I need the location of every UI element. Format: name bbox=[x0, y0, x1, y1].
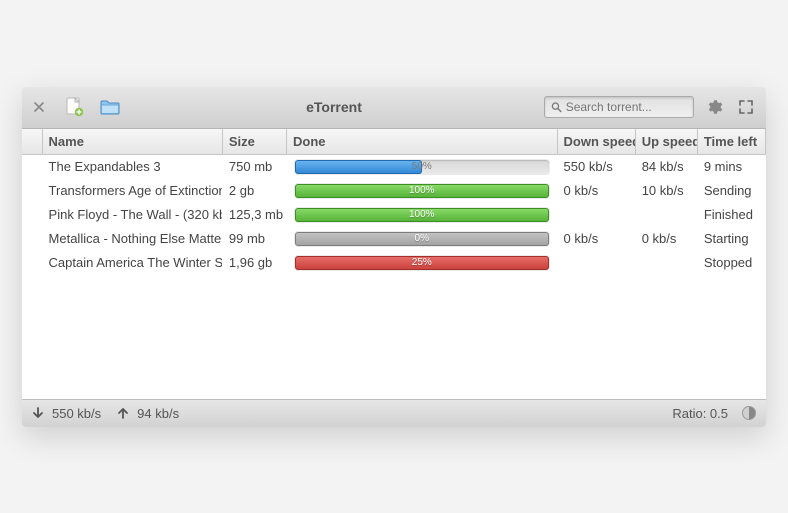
cell-done: 100% bbox=[287, 203, 558, 227]
cell-time: 9 mins bbox=[697, 155, 765, 179]
cell-done: 50% bbox=[287, 155, 558, 179]
gear-icon bbox=[705, 98, 723, 116]
close-button[interactable] bbox=[30, 98, 48, 116]
upload-arrow-icon bbox=[117, 407, 129, 419]
download-arrow-icon bbox=[32, 407, 44, 419]
search-box[interactable] bbox=[544, 96, 694, 118]
table-row[interactable]: Captain America The Winter Soldier1,96 g… bbox=[22, 251, 766, 275]
cell-name: Metallica - Nothing Else Matters bbox=[42, 227, 222, 251]
status-bar: 550 kb/s 94 kb/s Ratio: 0.5 bbox=[22, 399, 766, 427]
cell-down bbox=[557, 203, 635, 227]
add-file-button[interactable] bbox=[60, 95, 88, 119]
expand-icon bbox=[739, 100, 753, 114]
window-title: eTorrent bbox=[132, 99, 536, 115]
torrent-table-container: Name Size Done Down speed Up speed Time … bbox=[22, 129, 766, 399]
status-down-speed: 550 kb/s bbox=[52, 406, 101, 421]
col-done[interactable]: Done bbox=[287, 129, 558, 155]
table-header: Name Size Done Down speed Up speed Time … bbox=[22, 129, 766, 155]
table-row[interactable]: Metallica - Nothing Else Matters99 mb0%0… bbox=[22, 227, 766, 251]
cell-size: 750 mb bbox=[222, 155, 286, 179]
col-time[interactable]: Time left bbox=[697, 129, 765, 155]
cell-down: 0 kb/s bbox=[557, 227, 635, 251]
cell-done: 25% bbox=[287, 251, 558, 275]
table-body: The Expandables 3750 mb50%550 kb/s84 kb/… bbox=[22, 155, 766, 275]
search-input[interactable] bbox=[566, 100, 687, 114]
settings-button[interactable] bbox=[702, 95, 726, 119]
col-size[interactable]: Size bbox=[222, 129, 286, 155]
cell-name: Transformers Age of Extinction bbox=[42, 179, 222, 203]
status-ratio: Ratio: 0.5 bbox=[672, 406, 728, 421]
app-window: eTorrent Name Size Done Down speed bbox=[22, 87, 766, 427]
cell-up: 0 kb/s bbox=[635, 227, 697, 251]
cell-up: 84 kb/s bbox=[635, 155, 697, 179]
cell-done: 0% bbox=[287, 227, 558, 251]
cell-size: 1,96 gb bbox=[222, 251, 286, 275]
cell-up bbox=[635, 203, 697, 227]
fullscreen-button[interactable] bbox=[734, 95, 758, 119]
cell-down bbox=[557, 251, 635, 275]
cell-size: 125,3 mb bbox=[222, 203, 286, 227]
col-check[interactable] bbox=[22, 129, 42, 155]
table-row[interactable]: Transformers Age of Extinction2 gb100%0 … bbox=[22, 179, 766, 203]
ratio-pie-icon bbox=[742, 406, 756, 420]
close-icon bbox=[34, 102, 44, 112]
col-name[interactable]: Name bbox=[42, 129, 222, 155]
cell-name: Pink Floyd - The Wall - (320 kbps) bbox=[42, 203, 222, 227]
cell-up bbox=[635, 251, 697, 275]
cell-size: 2 gb bbox=[222, 179, 286, 203]
cell-time: Starting bbox=[697, 227, 765, 251]
cell-size: 99 mb bbox=[222, 227, 286, 251]
table-row[interactable]: The Expandables 3750 mb50%550 kb/s84 kb/… bbox=[22, 155, 766, 179]
col-up[interactable]: Up speed bbox=[635, 129, 697, 155]
cell-down: 0 kb/s bbox=[557, 179, 635, 203]
folder-icon bbox=[99, 97, 121, 117]
status-up-speed: 94 kb/s bbox=[137, 406, 179, 421]
open-folder-button[interactable] bbox=[96, 95, 124, 119]
file-plus-icon bbox=[63, 96, 85, 118]
cell-time: Sending bbox=[697, 179, 765, 203]
cell-time: Finished bbox=[697, 203, 765, 227]
col-down[interactable]: Down speed bbox=[557, 129, 635, 155]
cell-done: 100% bbox=[287, 179, 558, 203]
torrent-table: Name Size Done Down speed Up speed Time … bbox=[22, 129, 766, 275]
table-row[interactable]: Pink Floyd - The Wall - (320 kbps)125,3 … bbox=[22, 203, 766, 227]
cell-name: Captain America The Winter Soldier bbox=[42, 251, 222, 275]
cell-up: 10 kb/s bbox=[635, 179, 697, 203]
cell-time: Stopped bbox=[697, 251, 765, 275]
cell-down: 550 kb/s bbox=[557, 155, 635, 179]
cell-name: The Expandables 3 bbox=[42, 155, 222, 179]
search-icon bbox=[551, 101, 562, 113]
toolbar: eTorrent bbox=[22, 87, 766, 129]
